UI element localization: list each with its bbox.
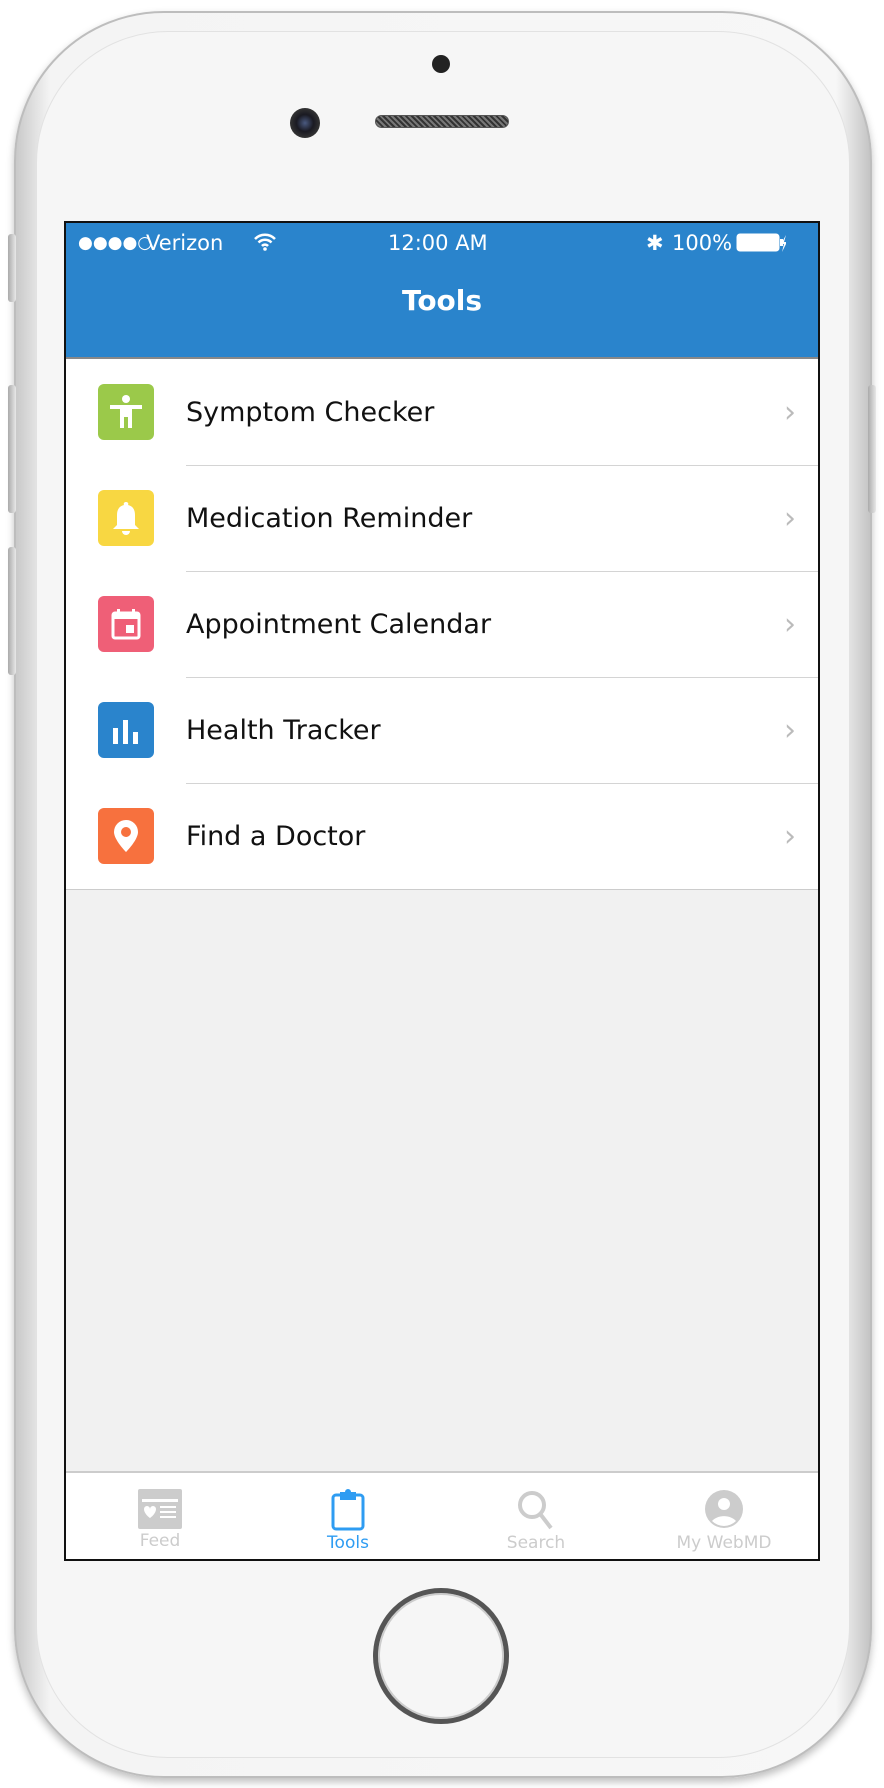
tab-label: My WebMD bbox=[676, 1533, 772, 1553]
chevron-right-icon: › bbox=[784, 818, 796, 854]
clipboard-icon bbox=[331, 1489, 365, 1531]
volume-down-button bbox=[8, 547, 16, 675]
tab-label: Search bbox=[506, 1533, 566, 1553]
status-bar: ●●●●○ Verizon 12:00 AM ✱ 100% bbox=[66, 223, 818, 263]
newspaper-icon bbox=[138, 1489, 182, 1529]
tab-label: Tools bbox=[327, 1533, 369, 1553]
calendar-icon bbox=[98, 596, 154, 652]
tab-tools[interactable]: Tools bbox=[254, 1473, 442, 1559]
tool-symptom-checker[interactable]: Symptom Checker › bbox=[66, 359, 818, 465]
bar-chart-icon bbox=[98, 702, 154, 758]
tool-label: Appointment Calendar bbox=[186, 608, 492, 640]
tool-appointment-calendar[interactable]: Appointment Calendar › bbox=[66, 571, 818, 677]
tool-health-tracker[interactable]: Health Tracker › bbox=[66, 677, 818, 783]
tab-search[interactable]: Search bbox=[442, 1473, 630, 1559]
chevron-right-icon: › bbox=[784, 394, 796, 430]
chevron-right-icon: › bbox=[784, 606, 796, 642]
mute-switch bbox=[8, 234, 16, 302]
bluetooth-icon: ✱ bbox=[646, 231, 664, 255]
map-pin-icon bbox=[98, 808, 154, 864]
bell-icon bbox=[98, 490, 154, 546]
home-button[interactable] bbox=[373, 1588, 509, 1724]
battery-icon bbox=[736, 233, 787, 258]
tab-label: Feed bbox=[139, 1531, 181, 1551]
signal-icon: ●●●●○ bbox=[78, 233, 153, 253]
tab-bar: Feed Tools Search My WebMD bbox=[66, 1471, 818, 1559]
screen: ●●●●○ Verizon 12:00 AM ✱ 100% Tools Symp… bbox=[64, 221, 820, 1561]
chevron-right-icon: › bbox=[784, 500, 796, 536]
tab-my-webmd[interactable]: My WebMD bbox=[630, 1473, 818, 1559]
person-icon bbox=[98, 384, 154, 440]
tools-list: Symptom Checker › Medication Reminder › … bbox=[66, 359, 818, 890]
power-button bbox=[868, 385, 876, 513]
search-icon bbox=[518, 1491, 553, 1530]
tool-label: Symptom Checker bbox=[186, 396, 435, 428]
tool-find-a-doctor[interactable]: Find a Doctor › bbox=[66, 783, 818, 889]
tab-feed[interactable]: Feed bbox=[66, 1473, 254, 1559]
earpiece-speaker bbox=[375, 115, 509, 128]
battery-percent: 100% bbox=[672, 231, 733, 255]
wifi-icon bbox=[254, 232, 276, 256]
tool-label: Health Tracker bbox=[186, 714, 381, 746]
sensor bbox=[432, 55, 450, 73]
front-camera bbox=[290, 108, 320, 138]
user-icon bbox=[705, 1490, 743, 1528]
carrier: Verizon bbox=[146, 231, 224, 255]
clock: 12:00 AM bbox=[388, 231, 488, 255]
tool-label: Medication Reminder bbox=[186, 502, 473, 534]
chevron-right-icon: › bbox=[784, 712, 796, 748]
tool-label: Find a Doctor bbox=[186, 820, 366, 852]
volume-up-button bbox=[8, 385, 16, 513]
tool-medication-reminder[interactable]: Medication Reminder › bbox=[66, 465, 818, 571]
nav-bar: Tools bbox=[66, 263, 818, 359]
page-title: Tools bbox=[401, 284, 483, 317]
